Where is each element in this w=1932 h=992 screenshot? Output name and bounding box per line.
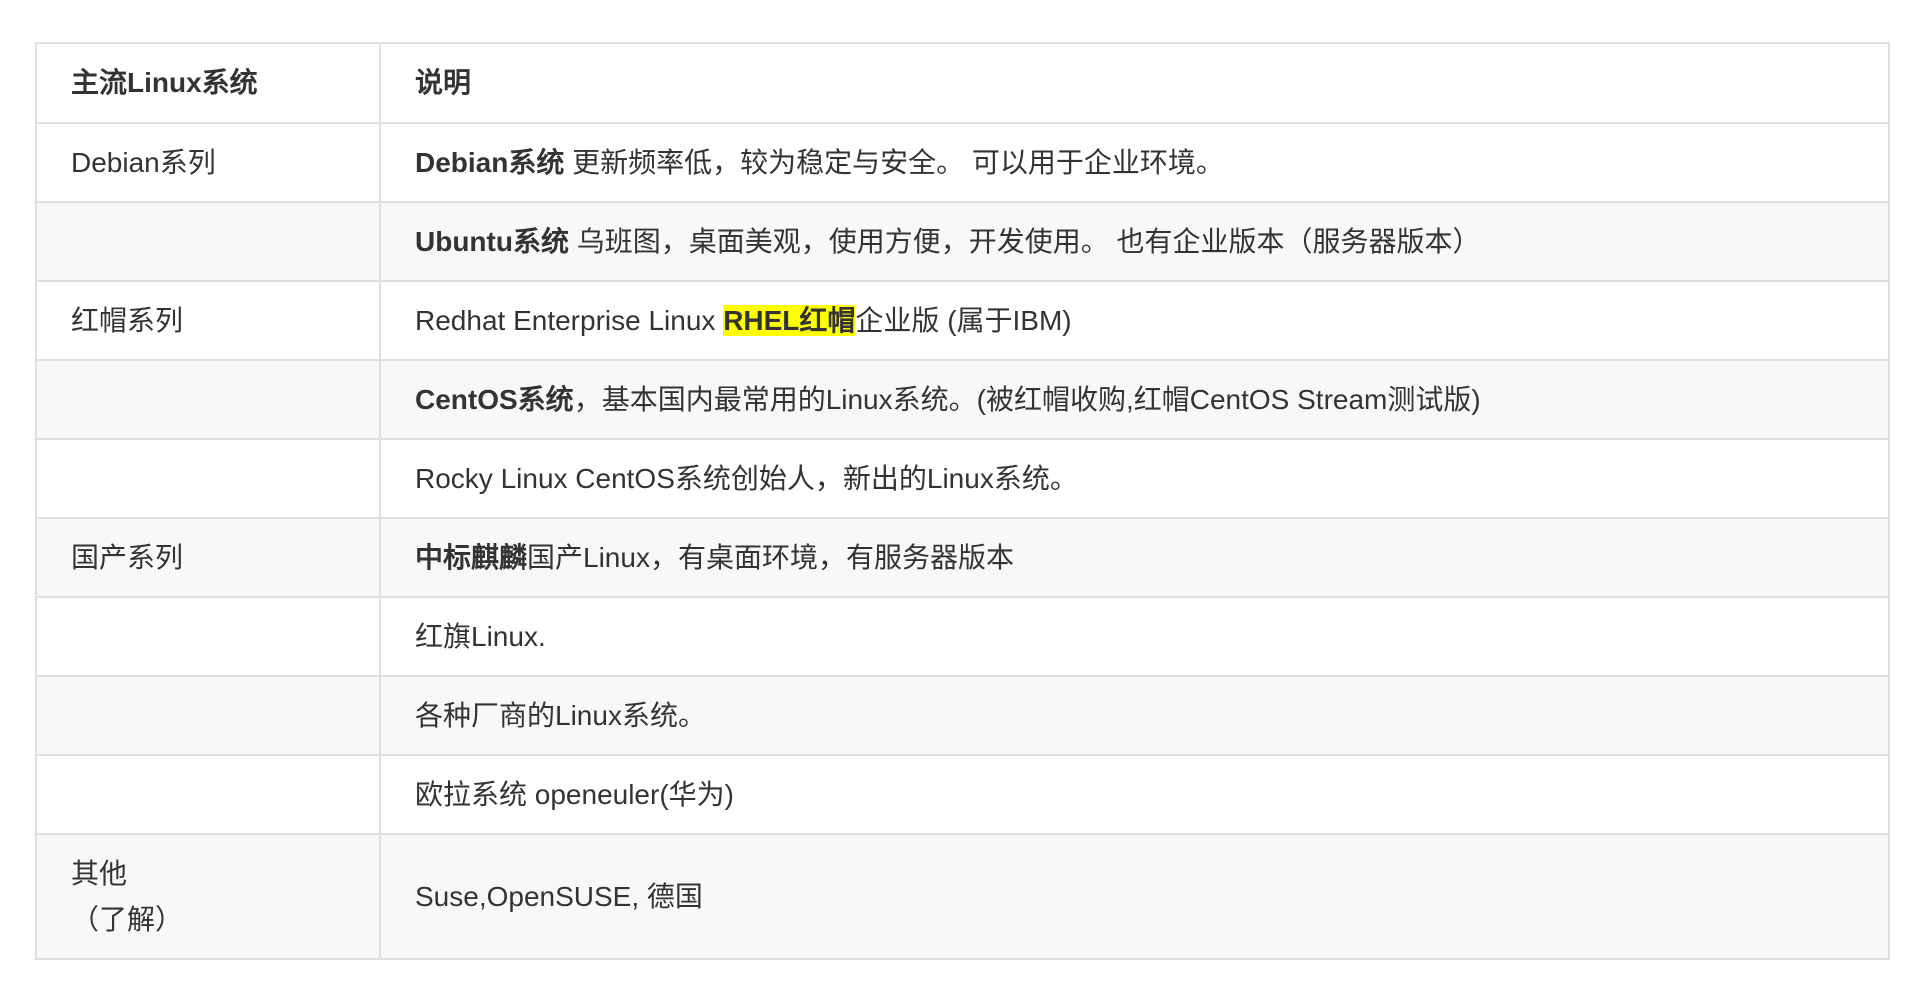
desc-text: ，基本国内最常用的Linux系统。(被红帽收购,红帽CentOS Stream测… xyxy=(573,383,1481,415)
table-row: Debian系列 Debian系统 更新频率低，较为稳定与安全。 可以用于企业环… xyxy=(35,122,1890,203)
row-category: 红帽系列 xyxy=(35,280,381,361)
linux-distributions-table: 主流Linux系统 说明 Debian系列 Debian系统 更新频率低，较为稳… xyxy=(35,42,1890,960)
table-row: 各种厂商的Linux系统。 xyxy=(35,675,1890,756)
row-category: 其他 （了解） xyxy=(35,833,381,960)
table-header-row: 主流Linux系统 说明 xyxy=(35,42,1890,124)
row-description: Debian系统 更新频率低，较为稳定与安全。 可以用于企业环境。 xyxy=(379,122,1890,203)
row-description: Ubuntu系统 乌班图，桌面美观，使用方便，开发使用。 也有企业版本（服务器版… xyxy=(379,201,1890,282)
row-description: 各种厂商的Linux系统。 xyxy=(379,675,1890,756)
row-description: Rocky Linux CentOS系统创始人，新出的Linux系统。 xyxy=(379,438,1890,519)
desc-text: 更新频率低，较为稳定与安全。 可以用于企业环境。 xyxy=(564,146,1224,178)
row-category: 国产系列 xyxy=(35,517,381,598)
desc-highlight: RHEL红帽 xyxy=(723,304,856,336)
row-description: 中标麒麟国产Linux，有桌面环境，有服务器版本 xyxy=(379,517,1890,598)
table-row: CentOS系统，基本国内最常用的Linux系统。(被红帽收购,红帽CentOS… xyxy=(35,359,1890,440)
table-row: 其他 （了解） Suse,OpenSUSE, 德国 xyxy=(35,833,1890,960)
desc-strong: Debian系统 xyxy=(415,146,565,178)
header-mainstream-linux: 主流Linux系统 xyxy=(35,42,381,124)
category-line: 其他 xyxy=(71,857,128,889)
table-row: Rocky Linux CentOS系统创始人，新出的Linux系统。 xyxy=(35,438,1890,519)
row-category xyxy=(35,596,381,677)
desc-text: 国产Linux，有桌面环境，有服务器版本 xyxy=(527,541,1014,573)
row-description: CentOS系统，基本国内最常用的Linux系统。(被红帽收购,红帽CentOS… xyxy=(379,359,1890,440)
row-category xyxy=(35,675,381,756)
desc-text: 企业版 (属于IBM) xyxy=(855,304,1072,336)
table-row: 红帽系列 Redhat Enterprise Linux RHEL红帽企业版 (… xyxy=(35,280,1890,361)
desc-text: 乌班图，桌面美观，使用方便，开发使用。 也有企业版本（服务器版本） xyxy=(568,225,1481,257)
row-category xyxy=(35,754,381,835)
row-description: Redhat Enterprise Linux RHEL红帽企业版 (属于IBM… xyxy=(379,280,1890,361)
desc-strong: CentOS系统 xyxy=(415,383,574,415)
table-row: 红旗Linux. xyxy=(35,596,1890,677)
desc-text: Redhat Enterprise Linux xyxy=(415,304,724,336)
row-category xyxy=(35,201,381,282)
table-row: 欧拉系统 openeuler(华为) xyxy=(35,754,1890,835)
desc-strong: 中标麒麟 xyxy=(415,541,528,573)
category-line: （了解） xyxy=(71,903,184,935)
header-description: 说明 xyxy=(379,42,1890,124)
table-row: 国产系列 中标麒麟国产Linux，有桌面环境，有服务器版本 xyxy=(35,517,1890,598)
row-category: Debian系列 xyxy=(35,122,381,203)
row-category xyxy=(35,359,381,440)
row-description: 红旗Linux. xyxy=(379,596,1890,677)
row-description: 欧拉系统 openeuler(华为) xyxy=(379,754,1890,835)
row-description: Suse,OpenSUSE, 德国 xyxy=(379,833,1890,960)
row-category xyxy=(35,438,381,519)
table-row: Ubuntu系统 乌班图，桌面美观，使用方便，开发使用。 也有企业版本（服务器版… xyxy=(35,201,1890,282)
desc-strong: Ubuntu系统 xyxy=(415,225,569,257)
